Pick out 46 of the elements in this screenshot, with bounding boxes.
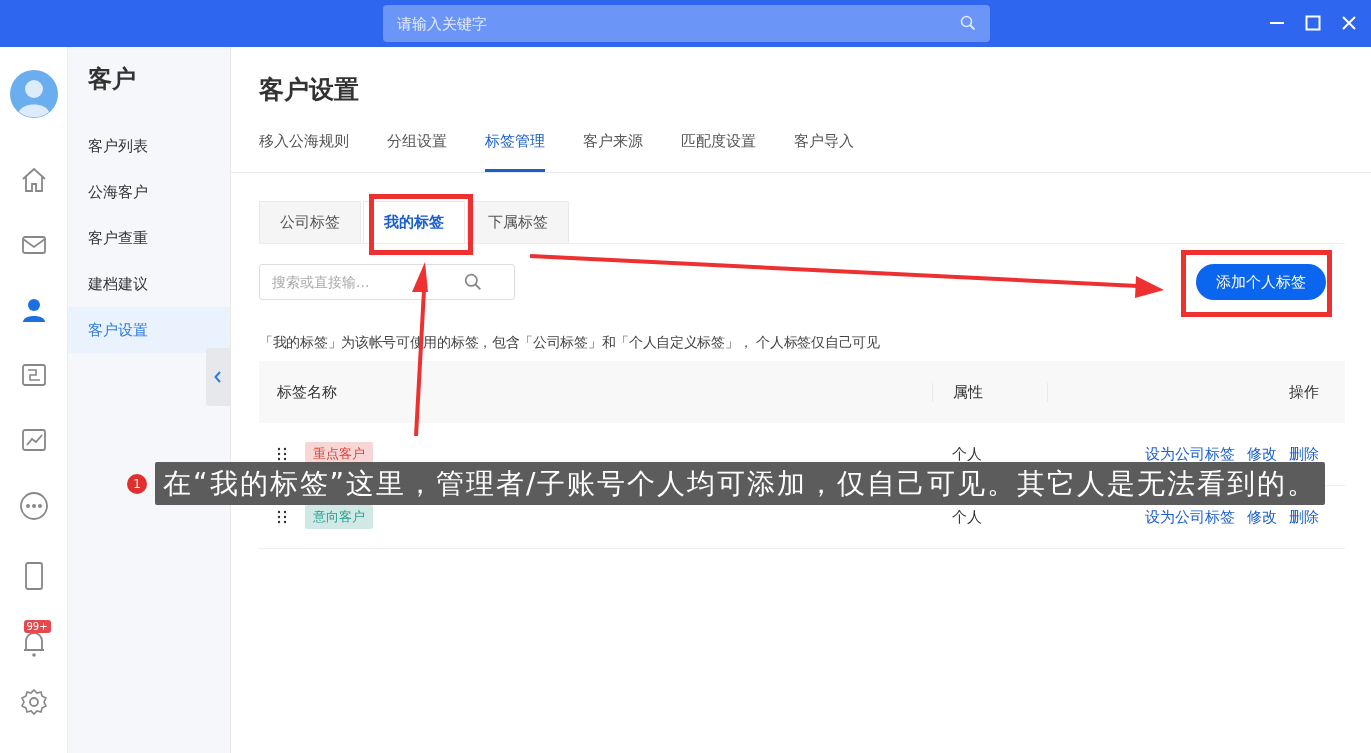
sidebar-item[interactable]: 公海客户 [68,169,230,215]
chevron-left-icon [214,371,222,383]
tab[interactable]: 客户来源 [583,120,643,172]
sidebar-item[interactable]: 客户查重 [68,215,230,261]
flowchart-icon[interactable] [19,361,48,389]
drag-handle-icon[interactable] [277,447,287,461]
avatar-icon[interactable] [9,70,58,118]
search-field[interactable]: 请输入关键字 [383,5,990,42]
action-link[interactable]: 设为公司标签 [1145,507,1235,527]
column-header: 操作 [1047,382,1345,402]
table-cell-text: 个人 [951,507,983,527]
notification-badge: 99+ [23,620,51,633]
column-header: 标签名称 [276,382,338,402]
search-field[interactable]: 搜索或直接输... [259,264,515,300]
action-link[interactable]: 修改 [1247,507,1277,527]
search-icon[interactable] [960,15,976,31]
column-header: 属性 [932,382,1047,402]
action-link[interactable]: 删除 [1289,507,1319,527]
drag-handle-icon[interactable] [277,510,287,524]
action-link[interactable]: 修改 [1247,444,1277,464]
page-title: 客户设置 [258,74,360,105]
tab[interactable]: 我的标签 [363,201,465,243]
tab[interactable]: 客户导入 [794,120,854,172]
action-link[interactable]: 设为公司标签 [1145,444,1235,464]
add-tag-button[interactable]: 添加个人标签 [1196,264,1326,300]
tab[interactable]: 公司标签 [259,201,361,243]
tab[interactable]: 下属标签 [467,201,569,243]
settings-icon[interactable] [19,688,48,716]
sidebar-item[interactable]: 客户设置 [68,307,230,353]
search-icon[interactable] [464,273,482,291]
sidebar-item[interactable]: 客户列表 [68,123,230,169]
tab[interactable]: 分组设置 [387,120,447,172]
sidebar-title: 客户 [87,64,137,95]
close-icon[interactable] [1341,15,1357,31]
chart-icon[interactable] [19,426,48,454]
caption-text: 在“我的标签”这里，管理者/子账号个人均可添加，仅自己可见。其它人是无法看到的。 [155,462,1326,505]
more-icon[interactable] [18,491,49,521]
action-link[interactable]: 删除 [1289,444,1319,464]
sidebar-item[interactable]: 建档建议 [68,261,230,307]
maximize-icon[interactable] [1305,15,1321,31]
collapse-handle[interactable] [206,348,230,406]
table-cell-text: 个人 [951,444,983,464]
tab[interactable]: 匹配度设置 [681,120,756,172]
tab[interactable]: 标签管理 [485,120,545,172]
tag: 意向客户 [305,505,373,529]
tab[interactable]: 移入公海规则 [259,120,349,172]
